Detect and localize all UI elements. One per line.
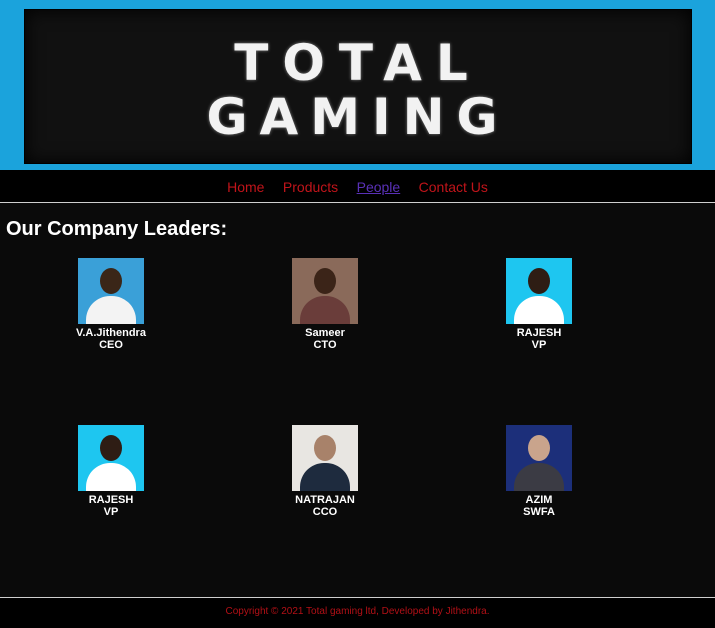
leader-role: VP [531, 339, 547, 351]
leader-name: Sameer [305, 327, 345, 339]
leader-photo [506, 258, 572, 324]
nav-products-link[interactable]: Products [283, 170, 338, 204]
navigation-bar: Home Products People Contact Us [0, 170, 715, 203]
site-banner: TOTAL GAMING [0, 0, 715, 170]
leader-role: CTO [313, 339, 337, 351]
leader-card: RAJESH VP [479, 258, 599, 351]
leader-card: NATRAJAN CCO [265, 425, 385, 518]
leader-name: RAJESH [88, 494, 134, 506]
leader-role: VP [103, 506, 119, 518]
leader-name: AZIM [525, 494, 553, 506]
nav-people-link[interactable]: People [357, 170, 401, 204]
banner-logo: TOTAL GAMING [24, 9, 692, 164]
leader-role: SWFA [523, 506, 555, 518]
leader-role: CCO [312, 506, 338, 518]
leader-name: V.A.Jithendra [76, 327, 146, 339]
leader-photo [78, 258, 144, 324]
leader-photo [506, 425, 572, 491]
page-title: Our Company Leaders: [6, 218, 228, 240]
page-footer: Copyright © 2021 Total gaming ltd, Devel… [0, 597, 715, 628]
leader-card: RAJESH VP [51, 425, 171, 518]
copyright-text: Copyright © 2021 Total gaming ltd, Devel… [225, 606, 490, 617]
leader-card: V.A.Jithendra CEO [51, 258, 171, 351]
leader-name: NATRAJAN [295, 494, 355, 506]
banner-title-line2: GAMING [206, 88, 510, 146]
leader-photo [292, 258, 358, 324]
leader-role: CEO [99, 339, 123, 351]
leader-card: Sameer CTO [265, 258, 385, 351]
nav-home-link[interactable]: Home [227, 170, 264, 204]
leader-name: RAJESH [516, 327, 562, 339]
leader-photo [78, 425, 144, 491]
leader-photo [292, 425, 358, 491]
banner-title-line1: TOTAL [234, 34, 482, 92]
leader-card: AZIM SWFA [479, 425, 599, 518]
nav-contact-link[interactable]: Contact Us [419, 170, 488, 204]
